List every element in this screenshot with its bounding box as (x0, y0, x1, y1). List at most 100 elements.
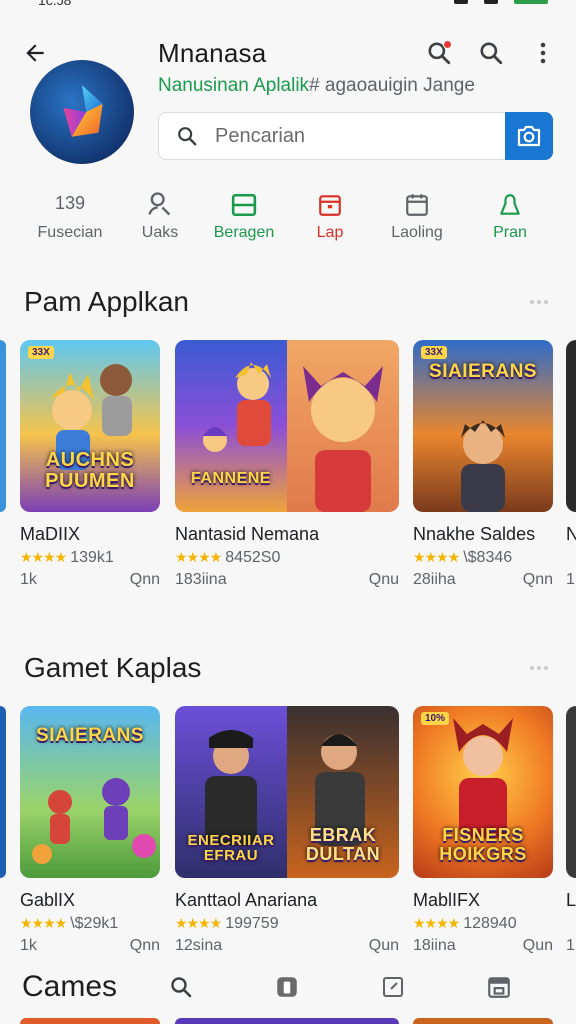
app-meta: 12sina Qun (175, 937, 399, 954)
app-rating: ★★★★ 8452S0 (175, 549, 281, 566)
section-more-2[interactable] (530, 666, 550, 670)
app-rating: ★★★★ 199759 (175, 915, 279, 932)
app-name: Kanttaol Anariana (175, 890, 318, 910)
app-header: Mnanasa Nanusinan Aplalik# agaoauigin Ja… (0, 30, 576, 180)
app-card[interactable]: 33X SIAIERANS Nnakhe Saldes ★★★★ \$8346 2… (413, 340, 553, 589)
thumb-title-right: EBRAK DULTAN (305, 825, 381, 865)
app-meta: 28iiha Qnn (413, 571, 553, 588)
app-meta: 1k Qnn (20, 937, 160, 954)
category-strip: 139 Fusecian Uaks Beragen Lap Laoling Pr… (0, 188, 576, 248)
bottom-bar: Cames (0, 960, 576, 1024)
category-item-4[interactable]: Lap (280, 188, 380, 242)
app-rating: ★★★★ \$8346 (413, 549, 513, 566)
category-label: Fusecian (37, 224, 103, 241)
bottom-store-button[interactable] (484, 972, 514, 1002)
app-name: Nantasid Nemana (175, 524, 320, 544)
subtitle-link[interactable]: Nanusinan Aplalik (158, 75, 309, 96)
edge-card-left[interactable] (0, 706, 6, 878)
star-rating-icon: ★★★★ (413, 549, 460, 565)
calendar-icon (367, 188, 467, 218)
store-icon (488, 977, 510, 998)
next-row-peek (20, 1018, 160, 1024)
section-more-1[interactable] (530, 300, 550, 304)
thumb-title: SIAIERANS (429, 361, 537, 382)
camera-search-button[interactable] (505, 112, 553, 160)
app-thumbnail: ENECRIIAR EFRAU EBRAK DULTAN (175, 706, 399, 878)
app-rating: ★★★★ 139k1 (20, 549, 114, 566)
app-meta: 1k Qnn (20, 571, 160, 588)
notification-dot (443, 40, 452, 49)
app-meta: 18iina Qun (413, 937, 553, 954)
status-bar: 1c.ɔ8 (0, 0, 576, 10)
app-card-icon (277, 977, 297, 997)
category-item-6[interactable]: Pran (460, 188, 560, 242)
app-card-peek[interactable]: N . 1 (566, 340, 576, 589)
app-card-peek[interactable]: L . 1 (566, 706, 576, 955)
thumb-title-left: ENECRIIAR EFRAU (187, 831, 275, 865)
app-thumbnail (566, 706, 576, 878)
app-card[interactable]: 10% FISNERS HOIKGRS MablIFX ★★★★ 128940 1… (413, 706, 553, 955)
app-thumbnail: 10% FISNERS HOIKGRS (413, 706, 553, 878)
app-card[interactable]: SIAIERANS GablIX ★★★★ \$29k1 1k Qnn (20, 706, 160, 955)
app-rating: ★★★★ 128940 (413, 915, 517, 932)
thumb-title: FISNERS HOIKGRS (439, 825, 527, 865)
wifi-icon (484, 0, 498, 4)
header-actions (424, 38, 558, 68)
edit-square-icon (383, 977, 403, 997)
app-card[interactable]: 33X AUCHNS PUUMEN MaDIIX ★★★★ 139k1 1k Qnn (20, 340, 160, 589)
category-label: Pran (493, 224, 527, 241)
app-thumbnail: SIAIERANS (20, 706, 160, 878)
star-rating-icon: ★★★★ (175, 549, 222, 565)
star-rating-icon: ★★★★ (20, 549, 67, 565)
edge-card-left[interactable] (0, 340, 6, 512)
section-title-2: Gamet Kaplas (24, 652, 202, 683)
back-button[interactable] (20, 38, 50, 68)
bottom-search-button[interactable] (166, 972, 196, 1002)
grid-green-icon (194, 188, 294, 218)
app-name: GablIX (20, 890, 76, 910)
search-icon (480, 42, 503, 65)
next-row-peek (175, 1018, 399, 1024)
thumb-title: FANNENE (191, 470, 271, 488)
app-title: Mnanasa (158, 38, 267, 68)
search-input[interactable] (215, 124, 505, 148)
category-item-1[interactable]: 139 Fusecian (20, 188, 120, 242)
app-logo-icon (63, 85, 103, 137)
app-card[interactable]: FANNENE Nantasid Nemana ★★★★ 8452S0 183ii… (175, 340, 399, 589)
status-time: 1c.ɔ8 (38, 0, 72, 8)
app-thumbnail: FANNENE (175, 340, 399, 512)
app-name: N (566, 524, 576, 544)
app-row-1: 33X AUCHNS PUUMEN MaDIIX ★★★★ 139k1 1k Qnn… (0, 340, 576, 640)
app-thumbnail: 33X AUCHNS PUUMEN (20, 340, 160, 512)
category-label: Beragen (213, 224, 275, 241)
app-rating: ★★★★ \$29k1 (20, 915, 119, 932)
app-name: L (566, 890, 576, 910)
category-label: Laoling (391, 224, 443, 241)
subtitle-rest: # agaoauigin Jange (309, 75, 475, 96)
app-name: Nnakhe Saldes (413, 524, 536, 544)
bottom-apps-button[interactable] (272, 972, 302, 1002)
app-meta: 1 (566, 571, 575, 588)
bottom-edit-button[interactable] (378, 972, 408, 1002)
app-logo (30, 60, 134, 164)
category-item-3[interactable]: Beragen (194, 188, 294, 242)
notifications-button[interactable] (424, 38, 454, 68)
category-count: 139 (54, 193, 86, 213)
bottom-section-title: Cames (22, 970, 118, 1003)
app-name: MaDIIX (20, 524, 81, 544)
arrow-left-icon (26, 44, 44, 62)
status-icons (454, 0, 548, 4)
search-field-icon (159, 113, 215, 159)
calendar-red-icon (280, 188, 380, 218)
signal-icon (454, 0, 468, 4)
search-icon (171, 977, 192, 998)
app-thumbnail (566, 340, 576, 512)
search-button[interactable] (476, 38, 506, 68)
magnifier-icon (178, 127, 197, 146)
thumb-title: SIAIERANS (36, 725, 144, 746)
category-item-5[interactable]: Laoling (367, 188, 467, 242)
app-card[interactable]: ENECRIIAR EFRAU EBRAK DULTAN Kanttaol An… (175, 706, 399, 955)
battery-icon (514, 0, 548, 4)
more-button[interactable] (528, 38, 558, 68)
section-title-1: Pam Applkan (24, 286, 189, 317)
